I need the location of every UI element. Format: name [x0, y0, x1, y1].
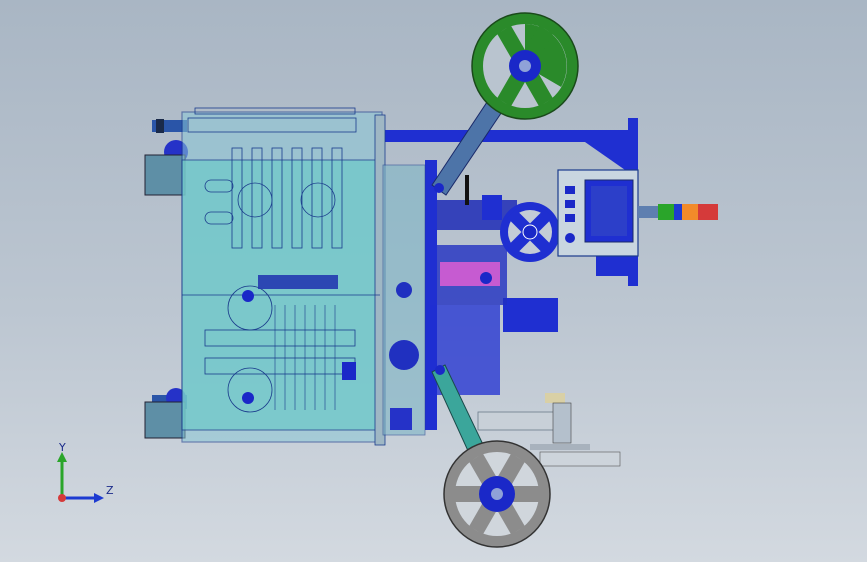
machine-housing[interactable]	[181, 107, 426, 446]
bottom-tape-reel[interactable]	[443, 440, 551, 548]
assembly-model[interactable]	[0, 0, 867, 562]
control-panel[interactable]	[557, 169, 639, 257]
rotary-feeder[interactable]	[500, 202, 560, 262]
triad-z-label: Z	[106, 484, 114, 497]
cad-viewport[interactable]: Y Z	[0, 0, 867, 562]
coordinate-triad-icon: Y Z	[57, 441, 114, 503]
top-tape-reel[interactable]	[471, 12, 579, 120]
triad-y-label: Y	[58, 441, 66, 454]
signal-tower-light[interactable]	[638, 204, 718, 220]
